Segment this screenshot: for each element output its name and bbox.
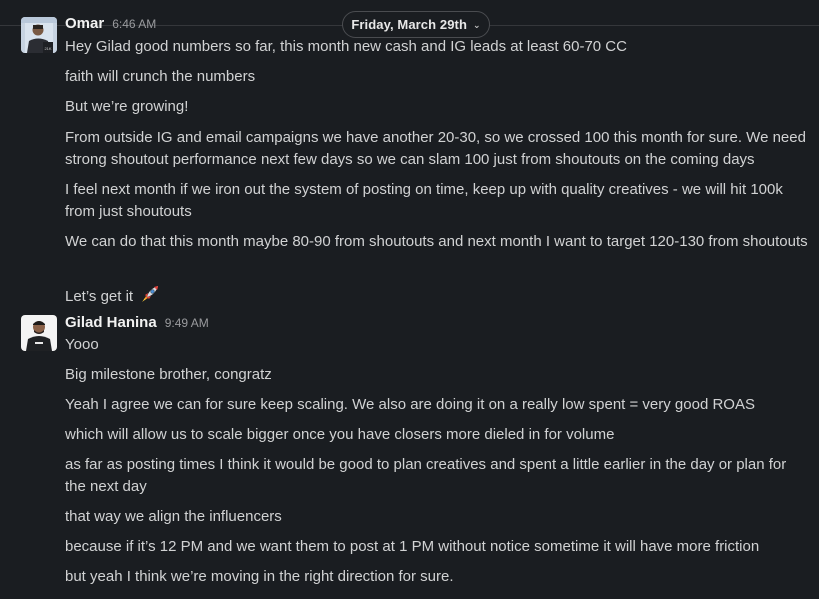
message-text: as far as posting times I think it would… [65,456,787,495]
message-text: Yeah I agree we can for sure keep scalin… [65,396,755,413]
message-text: I feel next month if we iron out the sys… [65,181,783,220]
message-text: Yooo [65,336,99,353]
sender-name[interactable]: Omar [65,15,104,32]
date-divider-label: Friday, March 29th [351,17,468,32]
message-text: because if it’s 12 PM and we want them t… [65,538,760,555]
message-line-with-emoji: Let’s get it [65,283,810,312]
profile-photo-icon [21,315,57,351]
message-header-gilad-hanina: Gilad Hanina 9:49 AM [65,314,209,334]
message-timestamp[interactable]: 9:49 AM [165,316,209,330]
message-text: Hey Gilad good numbers so far, this mont… [65,38,627,55]
message-text: Let’s get it [65,288,134,305]
message-text: But we’re growing! [65,98,189,115]
message-text: but yeah I think we’re moving in the rig… [65,568,454,585]
avatar-gilad-hanina[interactable] [21,315,57,351]
message-timestamp[interactable]: 6:46 AM [112,17,156,31]
message-text: which will allow us to scale bigger once… [65,426,615,443]
message-text: Big milestone brother, congratz [65,366,272,383]
chevron-down-icon: ⌄ [473,20,481,30]
message-text: faith will crunch the numbers [65,68,256,85]
date-divider-button[interactable]: Friday, March 29th ⌄ [342,11,490,38]
profile-photo-icon: 21K [21,17,57,53]
message-text: that way we align the influencers [65,508,282,525]
avatar-omar[interactable]: 21K [21,17,57,53]
svg-text:21K: 21K [44,46,51,51]
rocket-icon [139,283,161,312]
sender-name[interactable]: Gilad Hanina [65,314,157,331]
message-header-omar: Omar 6:46 AM [65,15,156,35]
message-text: From outside IG and email campaigns we h… [65,129,806,168]
message-text: We can do that this month maybe 80-90 fr… [65,233,808,250]
